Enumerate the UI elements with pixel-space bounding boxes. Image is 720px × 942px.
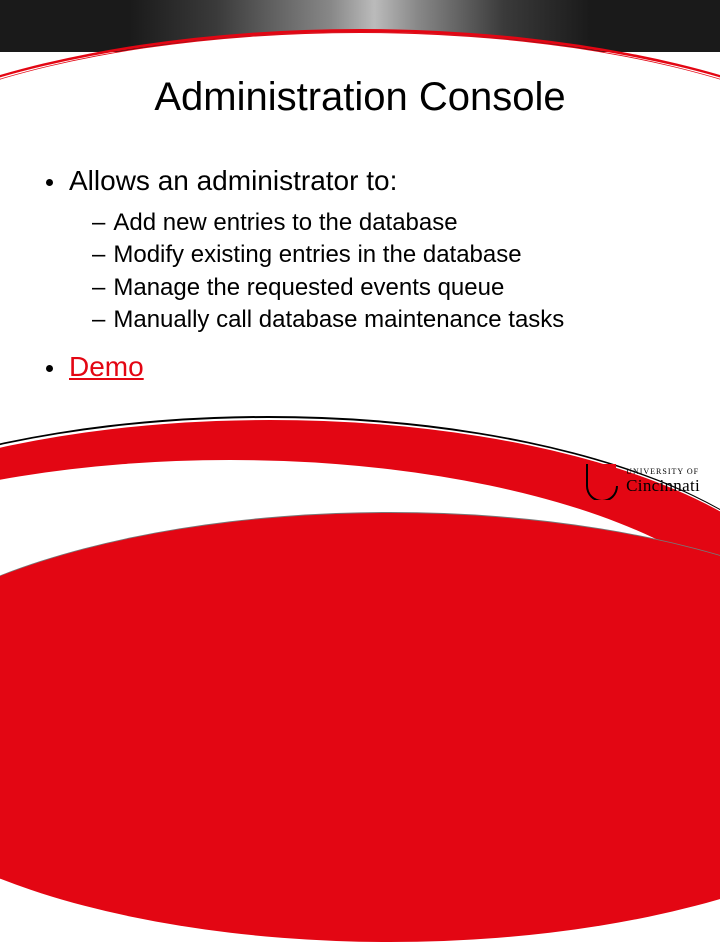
footer-sliver — [0, 512, 720, 942]
dash-icon: – — [92, 207, 105, 239]
uc-logo-big: Cincinnati — [626, 477, 700, 494]
sub-bullet: – Manually call database maintenance tas… — [92, 304, 674, 336]
sub-bullet-text: Manage the requested events queue — [113, 272, 504, 304]
uc-logo-text: UNIVERSITY OF Cincinnati — [626, 468, 700, 494]
sub-bullet-text: Modify existing entries in the database — [113, 239, 521, 271]
bullet-icon — [46, 179, 53, 186]
dash-icon: – — [92, 304, 105, 336]
uc-logo: UNIVERSITY OF Cincinnati — [584, 462, 700, 500]
sub-bullet: – Modify existing entries in the databas… — [92, 239, 674, 271]
sub-bullet: – Manage the requested events queue — [92, 272, 674, 304]
sub-bullet-text: Add new entries to the database — [113, 207, 457, 239]
uc-logo-small: UNIVERSITY OF — [626, 468, 700, 476]
dash-icon: – — [92, 272, 105, 304]
bullet-intro-text: Allows an administrator to: — [69, 165, 397, 197]
dash-icon: – — [92, 239, 105, 271]
bullet-intro: Allows an administrator to: — [46, 165, 674, 197]
demo-link[interactable]: Demo — [69, 351, 144, 383]
bullet-icon — [46, 365, 53, 372]
slide-body: Allows an administrator to: – Add new en… — [46, 165, 674, 393]
sub-bullet-list: – Add new entries to the database – Modi… — [92, 207, 674, 337]
bullet-demo: Demo — [46, 351, 674, 383]
slide-title: Administration Console — [0, 75, 720, 120]
sub-bullet-text: Manually call database maintenance tasks — [113, 304, 564, 336]
sub-bullet: – Add new entries to the database — [92, 207, 674, 239]
uc-logo-icon — [584, 462, 618, 500]
